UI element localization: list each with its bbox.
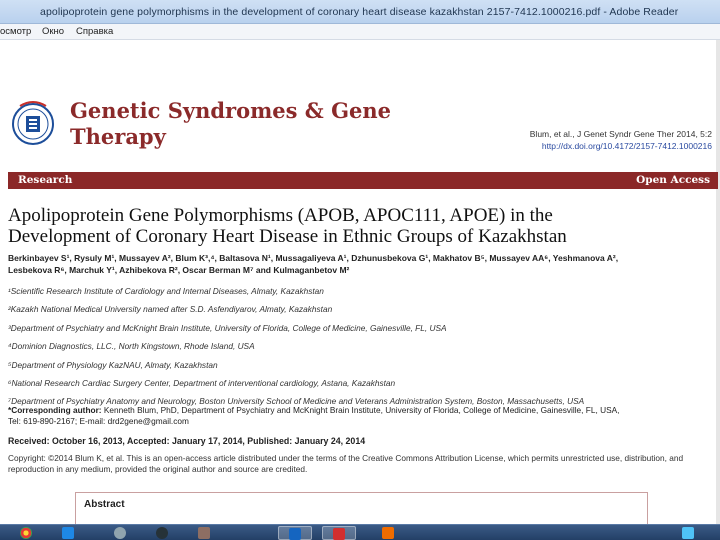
taskbar-button[interactable] bbox=[146, 526, 180, 540]
authors-line1: Berkinbayev S¹, Rysuly M¹, Mussayev A², … bbox=[8, 253, 619, 263]
explorer-icon bbox=[682, 527, 694, 539]
taskbar-button[interactable] bbox=[372, 526, 406, 540]
word-icon bbox=[289, 528, 301, 540]
menu-item-window[interactable]: Окно bbox=[42, 26, 64, 37]
affiliation-item: ¹Scientific Research Institute of Cardio… bbox=[8, 286, 324, 296]
doi-link[interactable]: http://dx.doi.org/10.4172/2157-7412.1000… bbox=[530, 140, 712, 152]
menu-bar: осмотр Окно Справка bbox=[0, 24, 720, 40]
citation-block: Blum, et al., J Genet Syndr Gene Ther 20… bbox=[530, 128, 712, 152]
author-list: Berkinbayev S¹, Rysuly M¹, Mussayev A², … bbox=[8, 252, 718, 276]
settings-icon bbox=[114, 527, 126, 539]
article-title-line1: Apolipoprotein Gene Polymorphisms (APOB,… bbox=[8, 205, 553, 226]
article-type-label: Research bbox=[18, 174, 73, 186]
menu-item-view[interactable]: осмотр bbox=[0, 26, 31, 37]
window-titlebar[interactable]: apolipoprotein gene polymorphisms in the… bbox=[0, 0, 720, 24]
corresponding-author: *Corresponding author: Kenneth Blum, PhD… bbox=[8, 405, 720, 427]
section-bar: Research Open Access bbox=[8, 172, 718, 189]
journal-title-line1: Genetic Syndromes & Gene bbox=[70, 98, 391, 123]
acrobat-icon bbox=[333, 528, 345, 540]
taskbar-button[interactable] bbox=[672, 526, 706, 540]
page-scroll-edge[interactable] bbox=[716, 40, 720, 524]
corr-text: Kenneth Blum, PhD, Department of Psychia… bbox=[101, 405, 620, 415]
open-access-label: Open Access bbox=[636, 174, 710, 186]
abstract-heading: Abstract bbox=[84, 499, 125, 510]
authors-line2: Lesbekova R⁶, Marchuk Y¹, Azhibekova R²,… bbox=[8, 265, 350, 275]
affiliation-item: ⁴Dominion Diagnostics, LLC., North Kings… bbox=[8, 341, 255, 352]
journal-title: Genetic Syndromes & Gene Therapy bbox=[70, 98, 391, 150]
citation-text: Blum, et al., J Genet Syndr Gene Ther 20… bbox=[529, 129, 712, 139]
article-title: Apolipoprotein Gene Polymorphisms (APOB,… bbox=[8, 205, 713, 247]
copyright-notice: Copyright: ©2014 Blum K, et al. This is … bbox=[8, 453, 684, 474]
journal-logo-icon bbox=[12, 101, 54, 145]
affiliation-item: ⁵Department of Physiology KazNAU, Almaty… bbox=[8, 359, 218, 370]
taskbar-button[interactable] bbox=[104, 526, 138, 540]
affiliation-item: ²Kazakh National Medical University name… bbox=[8, 304, 333, 315]
taskbar-button[interactable] bbox=[52, 526, 86, 540]
folder-icon bbox=[198, 527, 210, 539]
window-title: apolipoprotein gene polymorphisms in the… bbox=[40, 6, 679, 18]
paint-icon bbox=[382, 527, 394, 539]
taskbar-button-active[interactable] bbox=[322, 526, 356, 540]
menu-item-help[interactable]: Справка bbox=[76, 26, 113, 37]
corr-contact[interactable]: Tel: 619-890-2167; E-mail: drd2gene@gmai… bbox=[8, 416, 720, 427]
taskbar-button-active[interactable] bbox=[278, 526, 312, 540]
article-title-line2: Development of Coronary Heart Disease in… bbox=[8, 226, 567, 247]
journal-title-line2: Therapy bbox=[70, 124, 166, 149]
chrome-icon bbox=[20, 527, 32, 539]
affiliation-list: ¹Scientific Research Institute of Cardio… bbox=[8, 286, 720, 415]
publication-dates: Received: October 16, 2013, Accepted: Ja… bbox=[8, 436, 366, 446]
media-icon bbox=[62, 527, 74, 539]
affiliation-item: ³Department of Psychiatry and McKnight B… bbox=[8, 322, 447, 333]
corr-label: *Corresponding author: bbox=[8, 405, 102, 415]
taskbar-button[interactable] bbox=[188, 526, 222, 540]
app-icon bbox=[156, 527, 168, 539]
taskbar-button[interactable] bbox=[10, 526, 44, 540]
affiliation-item: ⁶National Research Cardiac Surgery Cente… bbox=[8, 377, 396, 388]
taskbar bbox=[0, 524, 720, 540]
